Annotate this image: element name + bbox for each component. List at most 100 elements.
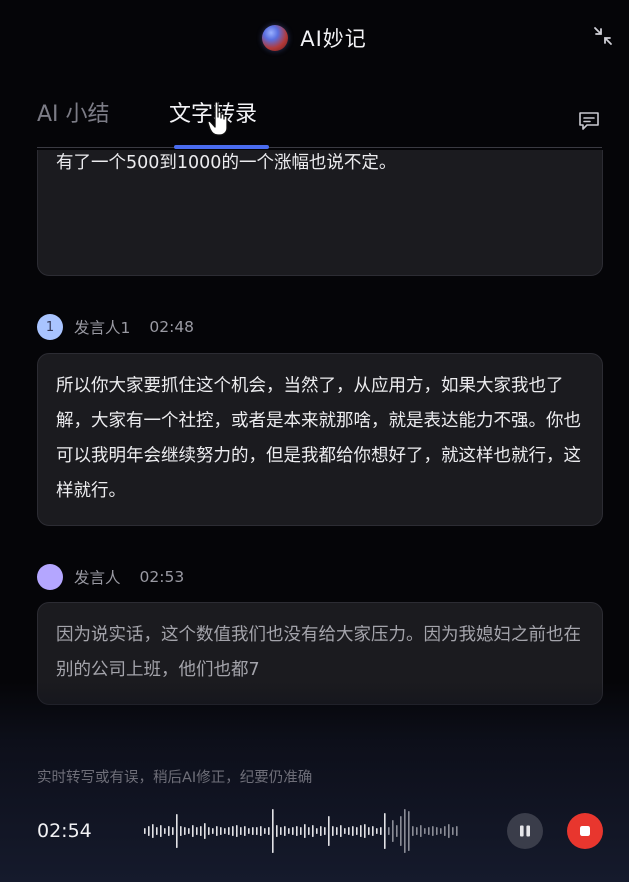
waveform-bar <box>248 828 250 834</box>
waveform-bar <box>308 827 310 835</box>
waveform-bar <box>436 827 438 835</box>
pause-icon <box>520 825 530 837</box>
speaker-name: 发言人 <box>74 569 121 587</box>
transcript-text: 所以你大家要抓住这个机会，当然了，从应用方，如果大家我也了解，大家有一个社控，或… <box>56 376 581 501</box>
transcript-text: 如说有些我们的确是没有看到的，你的一些工作或者价值，我们可能有了一个500到10… <box>56 153 397 173</box>
message-icon[interactable] <box>576 108 602 134</box>
waveform-bar <box>376 828 378 834</box>
waveform-bar <box>220 827 222 835</box>
transcript-bubble: 如说有些我们的确是没有看到的，你的一些工作或者价值，我们可能有了一个500到10… <box>37 150 603 276</box>
speaker-timestamp[interactable]: 02:48 <box>149 318 194 336</box>
waveform-bar <box>304 824 306 838</box>
waveform-bar <box>364 824 366 838</box>
app-logo-icon <box>262 25 289 51</box>
waveform-bar <box>328 816 330 846</box>
waveform-bar <box>156 827 158 835</box>
waveform-bar <box>232 826 234 836</box>
waveform-bar <box>324 827 326 835</box>
waveform-bar <box>416 827 418 835</box>
app-title: AI妙记 <box>300 27 367 51</box>
speaker-avatar <box>37 564 63 590</box>
waveform-bar <box>280 827 282 835</box>
waveform-bar <box>320 826 322 836</box>
waveform-bar <box>396 825 398 837</box>
speaker-timestamp[interactable]: 02:53 <box>140 568 185 586</box>
waveform-bar <box>144 828 146 834</box>
collapse-icon[interactable] <box>591 24 615 48</box>
waveform-bar <box>244 826 246 836</box>
waveform-bar <box>344 828 346 834</box>
waveform-bar <box>236 825 238 837</box>
tab-ai-summary[interactable]: AI 小结 <box>37 96 110 128</box>
pause-button[interactable] <box>507 813 543 849</box>
transcript-text: 因为说实话，这个数值我们也没有给大家压力。因为我媳妇之前也在别的公司上班，他们也… <box>56 625 581 680</box>
waveform-bar <box>316 828 318 834</box>
waveform-bar <box>392 820 394 842</box>
waveform-bar <box>428 827 430 835</box>
waveform-bar <box>180 826 182 836</box>
waveform-bar <box>336 827 338 835</box>
waveform-bar <box>168 826 170 836</box>
waveform-bar <box>288 828 290 834</box>
waveform-bar <box>404 809 406 853</box>
waveform-bar <box>204 823 206 839</box>
active-tab-indicator <box>174 145 269 149</box>
stop-icon <box>580 826 590 836</box>
transcript-bubble: 所以你大家要抓住这个机会，当然了，从应用方，如果大家我也了解，大家有一个社控，或… <box>37 353 603 526</box>
waveform-bar <box>208 827 210 835</box>
waveform-bar <box>448 824 450 838</box>
waveform-bar <box>356 827 358 835</box>
title-bar: AI妙记 <box>0 20 629 56</box>
waveform-bar <box>300 827 302 835</box>
waveform-bar <box>284 826 286 836</box>
waveform-bar <box>312 825 314 837</box>
waveform-bar <box>456 826 458 836</box>
waveform-bar <box>152 824 154 838</box>
waveform-bar <box>352 826 354 836</box>
waveform-bar <box>268 827 270 835</box>
waveform-bar <box>240 827 242 835</box>
waveform-bar <box>276 825 278 837</box>
waveform-bar <box>432 826 434 836</box>
transcript-list[interactable]: 如说有些我们的确是没有看到的，你的一些工作或者价值，我们可能有了一个500到10… <box>0 150 629 720</box>
waveform-bar <box>252 827 254 835</box>
waveform-bar <box>424 828 426 834</box>
audio-waveform <box>144 809 458 853</box>
waveform-bar <box>148 826 150 836</box>
hand-cursor-icon <box>207 101 228 136</box>
waveform-bar <box>384 813 386 849</box>
waveform-bar <box>412 826 414 836</box>
waveform-bar <box>172 827 174 835</box>
waveform-bar <box>272 809 274 853</box>
waveform-bar <box>264 828 266 834</box>
waveform-bar <box>400 816 402 846</box>
speaker-avatar: 1 <box>37 314 63 340</box>
stop-button[interactable] <box>567 813 603 849</box>
tab-bar: AI 小结 文字转录 <box>37 92 602 149</box>
waveform-bar <box>372 826 374 836</box>
waveform-bar <box>164 828 166 834</box>
waveform-bar <box>184 827 186 835</box>
recording-timer: 02:54 <box>37 820 92 842</box>
waveform-bar <box>340 825 342 837</box>
waveform-bar <box>440 828 442 834</box>
waveform-bar <box>388 827 390 835</box>
waveform-bar <box>420 825 422 837</box>
waveform-bar <box>368 827 370 835</box>
waveform-bar <box>176 814 178 848</box>
waveform-bar <box>296 826 298 836</box>
avatar-number: 1 <box>45 319 55 335</box>
speaker-row: 1 发言人1 02:48 <box>37 314 194 340</box>
waveform-bar <box>224 828 226 834</box>
waveform-bar <box>260 826 262 836</box>
waveform-bar <box>360 825 362 837</box>
waveform-bar <box>332 826 334 836</box>
waveform-bar <box>408 811 410 851</box>
waveform-bar <box>216 826 218 836</box>
waveform-bar <box>452 827 454 835</box>
disclaimer-text: 实时转写或有误，稍后AI修正，纪要仍准确 <box>37 770 313 786</box>
waveform-bar <box>256 827 258 835</box>
speaker-row: 发言人 02:53 <box>37 564 184 590</box>
waveform-bar <box>444 826 446 836</box>
waveform-bar <box>292 827 294 835</box>
